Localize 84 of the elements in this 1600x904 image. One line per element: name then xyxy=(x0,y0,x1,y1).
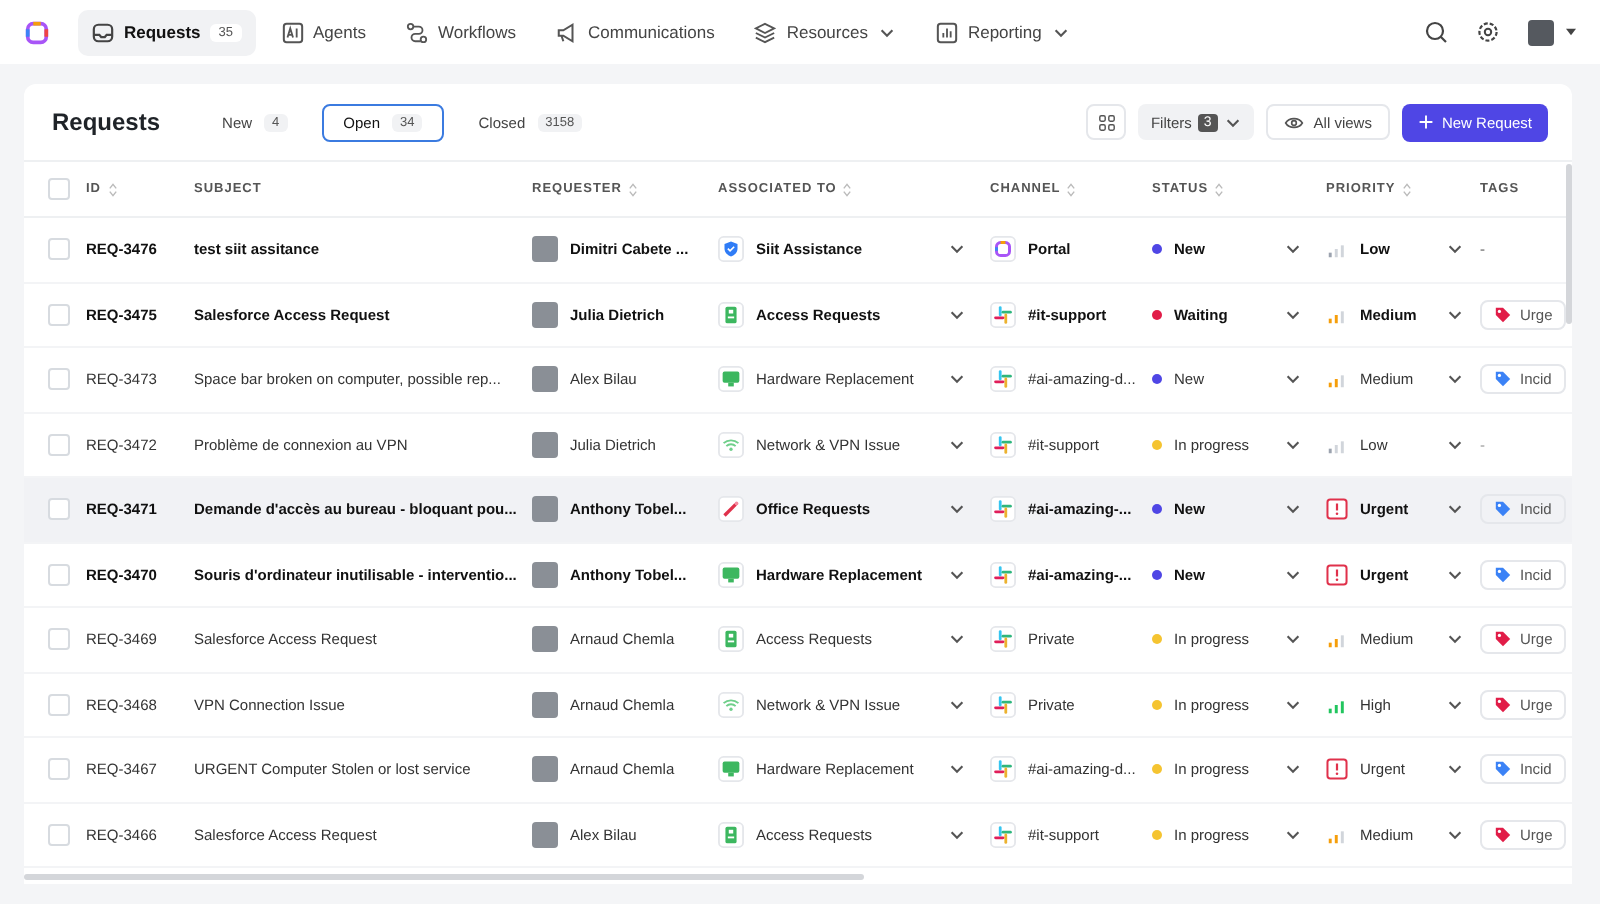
chevron-down-icon[interactable] xyxy=(1446,760,1464,779)
avatar xyxy=(532,496,558,523)
settings-icon[interactable] xyxy=(1476,20,1500,44)
row-checkbox[interactable] xyxy=(48,758,70,781)
row-checkbox[interactable] xyxy=(48,303,70,326)
plus-icon xyxy=(1417,114,1434,130)
select-all-checkbox[interactable] xyxy=(48,178,70,200)
eye-icon xyxy=(1283,115,1304,129)
hash-logo-icon xyxy=(990,626,1016,653)
avatar xyxy=(532,301,558,328)
vertical-scrollbar[interactable] xyxy=(1566,164,1572,324)
horizontal-scrollbar[interactable] xyxy=(24,874,864,880)
chevron-down-icon[interactable] xyxy=(1284,630,1302,649)
avatar xyxy=(532,431,558,458)
caret-icon[interactable] xyxy=(1566,28,1576,36)
chevron-down-icon[interactable] xyxy=(948,760,966,779)
row-checkbox[interactable] xyxy=(48,238,70,261)
avatar xyxy=(532,821,558,848)
nav-tab[interactable]: Workflows xyxy=(391,9,531,55)
wifi-icon xyxy=(718,431,744,458)
hash-logo-icon xyxy=(990,821,1016,848)
badge-icon xyxy=(718,626,744,653)
nav-tab[interactable]: Reporting xyxy=(921,9,1084,55)
app-logo[interactable] xyxy=(24,19,50,45)
chevron-down-icon[interactable] xyxy=(1446,630,1464,649)
monitor-icon xyxy=(718,756,744,783)
row-checkbox[interactable] xyxy=(48,628,70,651)
nav-label: Workflows xyxy=(437,22,517,42)
page-title: Requests xyxy=(52,108,161,136)
workflow-icon xyxy=(405,21,428,43)
avatar xyxy=(532,236,558,263)
hash-logo-icon xyxy=(990,301,1016,328)
chevron-down-icon[interactable] xyxy=(1446,370,1464,389)
monitor-icon xyxy=(718,561,744,588)
avatar xyxy=(532,691,558,718)
chevron-down-icon[interactable] xyxy=(1446,240,1464,259)
monitor-icon xyxy=(718,366,744,393)
row-checkbox[interactable] xyxy=(48,693,70,716)
chart-icon xyxy=(935,21,958,43)
badge-icon xyxy=(718,301,744,328)
avatar xyxy=(532,561,558,588)
portal-logo-icon xyxy=(990,236,1016,263)
nav-label: Reporting xyxy=(967,22,1042,42)
nav-tab[interactable]: Agents xyxy=(267,9,380,55)
hash-logo-icon xyxy=(990,366,1016,393)
grid-view-button[interactable] xyxy=(1086,104,1127,140)
inbox-icon xyxy=(92,21,114,43)
nav-label: Requests xyxy=(124,22,201,42)
megaphone-icon xyxy=(556,21,579,43)
hash-logo-icon xyxy=(990,756,1016,783)
search-icon[interactable] xyxy=(1424,20,1448,44)
avatar xyxy=(532,626,558,653)
nav-label: Agents xyxy=(313,22,366,42)
shield-icon xyxy=(718,236,744,263)
row-checkbox[interactable] xyxy=(48,823,70,846)
chevron-down-icon[interactable] xyxy=(948,370,966,389)
grid-icon xyxy=(1097,113,1116,131)
hash-logo-icon xyxy=(990,431,1016,458)
row-checkbox[interactable] xyxy=(48,433,70,456)
hash-logo-icon xyxy=(990,561,1016,588)
chevron-down-icon[interactable] xyxy=(1284,240,1302,259)
row-checkbox[interactable] xyxy=(48,563,70,586)
user-avatar[interactable] xyxy=(1528,19,1554,45)
avatar xyxy=(532,366,558,393)
row-checkbox[interactable] xyxy=(48,498,70,521)
hash-logo-icon xyxy=(990,691,1016,718)
chevron-down-icon[interactable] xyxy=(1284,760,1302,779)
chevron-down-icon[interactable] xyxy=(948,500,966,519)
nav-label: Communications xyxy=(588,22,715,42)
badge-icon xyxy=(718,821,744,848)
wifi-icon xyxy=(718,691,744,718)
chevron-down-icon[interactable] xyxy=(1446,500,1464,519)
row-checkbox[interactable] xyxy=(48,368,70,391)
nav-tab[interactable]: Resources xyxy=(740,9,910,55)
layers-icon xyxy=(754,21,777,43)
chevron-down-icon[interactable] xyxy=(948,240,966,259)
ai-icon xyxy=(281,21,303,43)
nav-tab[interactable]: Communications xyxy=(542,9,729,55)
hash-logo-icon xyxy=(990,496,1016,523)
nav-label: Resources xyxy=(786,22,868,42)
chevron-down-icon[interactable] xyxy=(1284,500,1302,519)
chevron-down-icon[interactable] xyxy=(1284,370,1302,389)
avatar xyxy=(532,756,558,783)
chevron-down-icon[interactable] xyxy=(948,630,966,649)
